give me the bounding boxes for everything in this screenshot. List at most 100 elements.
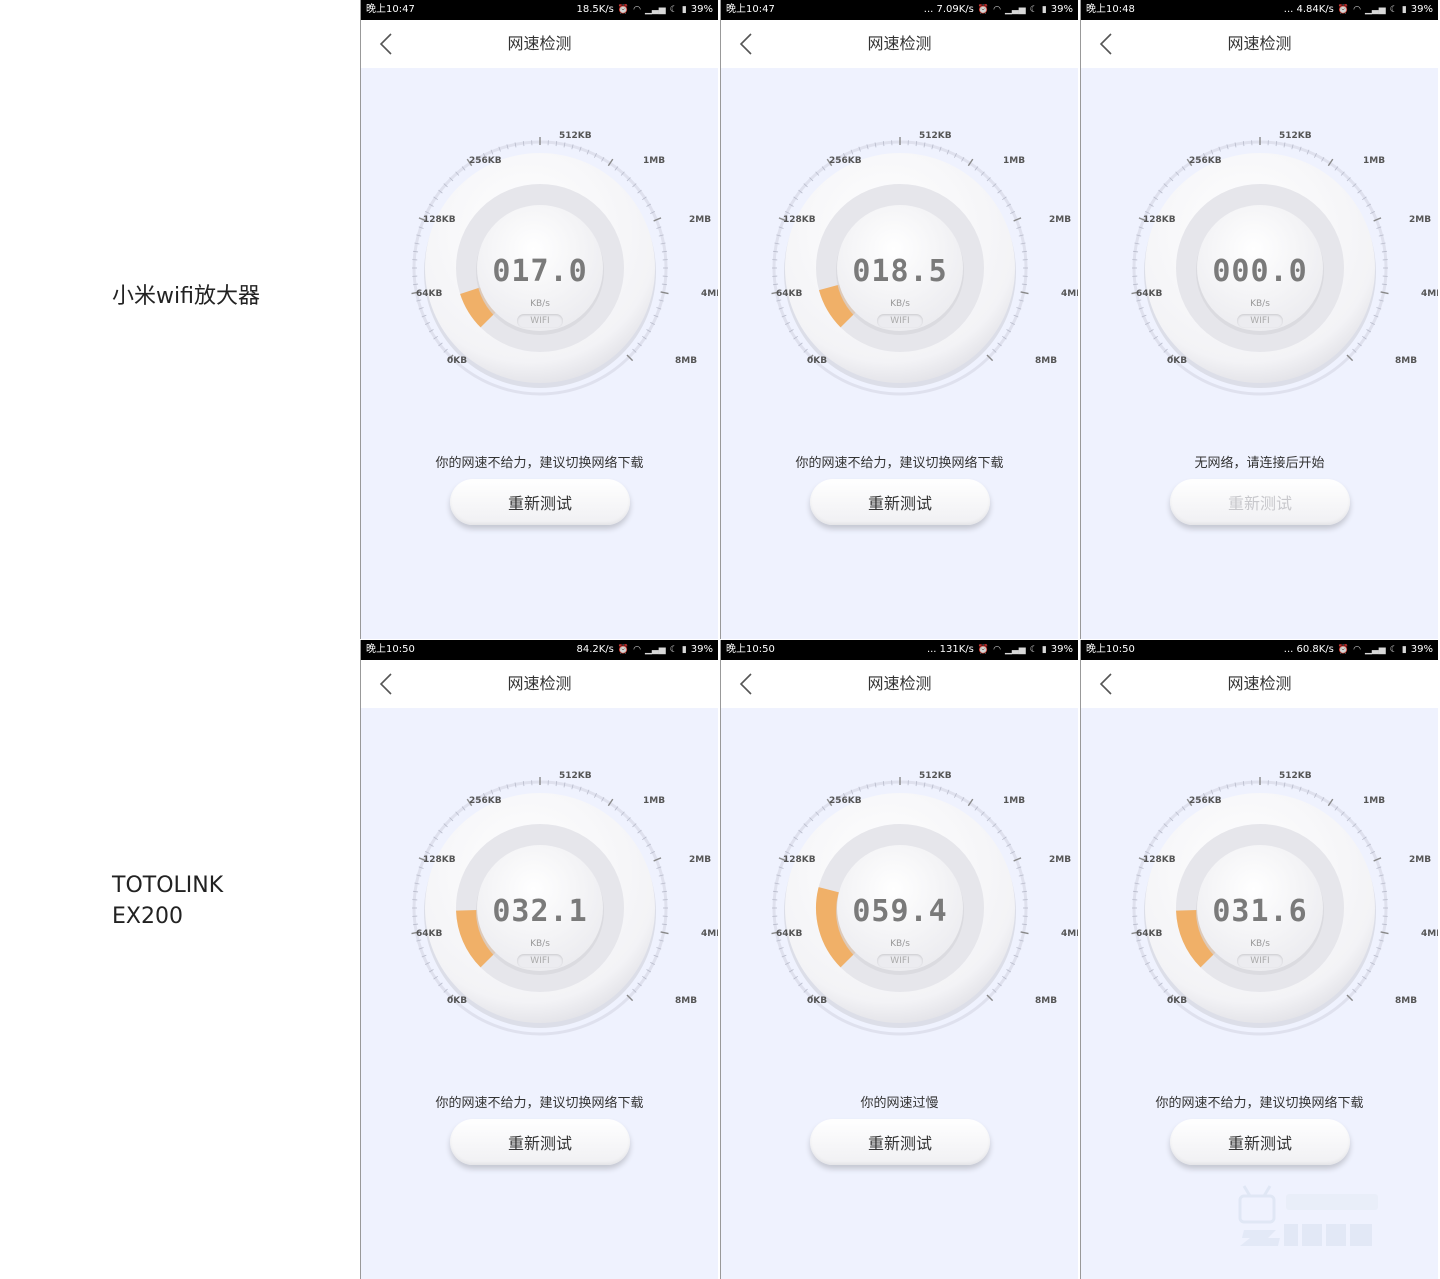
gauge-tick (1380, 931, 1389, 935)
scale-label: 1MB (1363, 156, 1386, 166)
scale-label: 128KB (1143, 855, 1176, 865)
scale-label: 512KB (1279, 771, 1312, 781)
status-time: 晚上10:47 (366, 4, 415, 15)
battery-percent: 39% (1410, 4, 1433, 15)
battery-icon: ▮ (1401, 645, 1407, 655)
signal-icon: ▁▃▅ (1004, 5, 1026, 15)
battery-percent: 39% (1410, 644, 1433, 655)
scale-label: 2MB (689, 215, 712, 225)
scale-label: 4MB (1061, 289, 1078, 299)
scale-label: 64KB (776, 929, 803, 939)
status-message: 你的网速不给力，建议切换网络下载 (795, 456, 1004, 471)
scale-label: 1MB (1003, 156, 1026, 166)
speed-gauge: 018.5 KB/s WIFI 0KB 64KB 128KB 256KB 512KB 1M… (750, 118, 1078, 418)
alarm-icon: ⏰ (1337, 645, 1350, 655)
scale-label: 512KB (919, 771, 952, 781)
page-title: 网速检测 (867, 674, 932, 693)
scale-label: 1MB (643, 796, 666, 806)
gauge-tick (1380, 291, 1389, 295)
scale-label: 128KB (423, 855, 456, 865)
scale-label: 64KB (776, 289, 803, 299)
wifi-icon: ◠ (1353, 5, 1361, 15)
network-speed: ... 131K/s (926, 644, 974, 655)
scale-label: 8MB (675, 356, 698, 366)
battery-icon: ▮ (681, 5, 687, 15)
speed-gauge: 059.4 KB/s WIFI 0KB 64KB 128KB 256KB 512KB 1M… (750, 758, 1078, 1058)
retest-button[interactable]: 重新测试 (810, 479, 990, 525)
scale-label: 2MB (1049, 215, 1072, 225)
status-bar: 晚上10:47 18.5K/s ⏰ ◠ ▁▃▅ ☾ ▮ 39% (361, 0, 718, 20)
wifi-icon: ◠ (993, 645, 1001, 655)
page-title: 网速检测 (1227, 34, 1292, 53)
nav-bar: 网速检测 (721, 20, 1078, 68)
wifi-icon: ◠ (1353, 645, 1361, 655)
gauge-tick (1020, 931, 1029, 935)
nav-bar: 网速检测 (1081, 20, 1438, 68)
watermark-logo-icon (1238, 1185, 1378, 1246)
status-bar: 晚上10:47 ... 7.09K/s ⏰ ◠ ▁▃▅ ☾ ▮ 39% (721, 0, 1078, 20)
scale-label: 4MB (701, 929, 718, 939)
speed-unit: KB/s (530, 299, 550, 309)
scale-label: 0KB (807, 996, 828, 1006)
nav-bar: 网速检测 (721, 660, 1078, 708)
moon-icon: ☾ (1029, 5, 1038, 15)
wifi-icon: ◠ (633, 645, 641, 655)
moon-icon: ☾ (669, 645, 678, 655)
speed-gauge: 000.0 KB/s WIFI 0KB 64KB 128KB 256KB 512KB 1M… (1110, 118, 1438, 418)
scale-label: 2MB (1409, 215, 1432, 225)
scale-label: 8MB (1395, 356, 1418, 366)
status-bar: 晚上10:50 ... 131K/s ⏰ ◠ ▁▃▅ ☾ ▮ 39% (721, 640, 1078, 660)
speedtest-screen: 晚上10:48 ... 4.84K/s ⏰ ◠ ▁▃▅ ☾ ▮ 39% 网速检测… (1080, 0, 1438, 639)
scale-label: 128KB (1143, 215, 1176, 225)
speed-readout: 000.0 (1212, 254, 1308, 289)
moon-icon: ☾ (1029, 645, 1038, 655)
status-message: 你的网速不给力，建议切换网络下载 (1155, 1096, 1364, 1111)
signal-icon: ▁▃▅ (1004, 645, 1026, 655)
nav-bar: 网速检测 (361, 660, 718, 708)
battery-percent: 39% (1050, 4, 1073, 15)
speed-unit: KB/s (530, 939, 550, 949)
retest-button[interactable]: 重新测试 (450, 1119, 630, 1165)
speedtest-screen: 晚上10:47 ... 7.09K/s ⏰ ◠ ▁▃▅ ☾ ▮ 39% 网速检测… (720, 0, 1078, 639)
scale-label: 2MB (1409, 855, 1432, 865)
scale-label: 64KB (416, 929, 443, 939)
speed-gauge: 032.1 KB/s WIFI 0KB 64KB 128KB 256KB 512KB 1M… (390, 758, 718, 1058)
network-speed: ... 60.8K/s (1283, 644, 1334, 655)
signal-icon: ▁▃▅ (644, 5, 666, 15)
connection-type-badge: WIFI (1237, 954, 1283, 968)
connection-type-badge: WIFI (517, 954, 563, 968)
scale-label: 128KB (783, 215, 816, 225)
speed-readout: 018.5 (852, 254, 948, 289)
scale-label: 512KB (559, 771, 592, 781)
alarm-icon: ⏰ (977, 5, 990, 15)
status-time: 晚上10:50 (1086, 644, 1135, 655)
scale-label: 0KB (447, 356, 468, 366)
status-message: 无网络，请连接后开始 (1194, 456, 1325, 471)
status-time: 晚上10:47 (726, 4, 775, 15)
scale-label: 0KB (1167, 996, 1188, 1006)
status-message: 你的网速不给力，建议切换网络下载 (435, 1096, 644, 1111)
retest-button[interactable]: 重新测试 (450, 479, 630, 525)
scale-label: 256KB (469, 156, 502, 166)
scale-label: 256KB (829, 156, 862, 166)
scale-label: 2MB (689, 855, 712, 865)
gauge-tick (1020, 291, 1029, 295)
signal-icon: ▁▃▅ (1364, 645, 1386, 655)
connection-type-badge: WIFI (1237, 314, 1283, 328)
speed-gauge: 031.6 KB/s WIFI 0KB 64KB 128KB 256KB 512KB 1M… (1110, 758, 1438, 1058)
scale-label: 1MB (1003, 796, 1026, 806)
scale-label: 0KB (1167, 356, 1188, 366)
gauge-tick (660, 291, 669, 295)
speed-readout: 032.1 (492, 894, 588, 929)
speed-unit: KB/s (1250, 939, 1270, 949)
battery-icon: ▮ (681, 645, 687, 655)
connection-type-badge: WIFI (877, 314, 923, 328)
scale-label: 256KB (1189, 156, 1222, 166)
retest-button[interactable]: 重新测试 (1170, 479, 1350, 525)
scale-label: 512KB (919, 131, 952, 141)
alarm-icon: ⏰ (977, 645, 990, 655)
scale-label: 128KB (423, 215, 456, 225)
retest-button[interactable]: 重新测试 (810, 1119, 990, 1165)
retest-button[interactable]: 重新测试 (1170, 1119, 1350, 1165)
scale-label: 8MB (1035, 356, 1058, 366)
